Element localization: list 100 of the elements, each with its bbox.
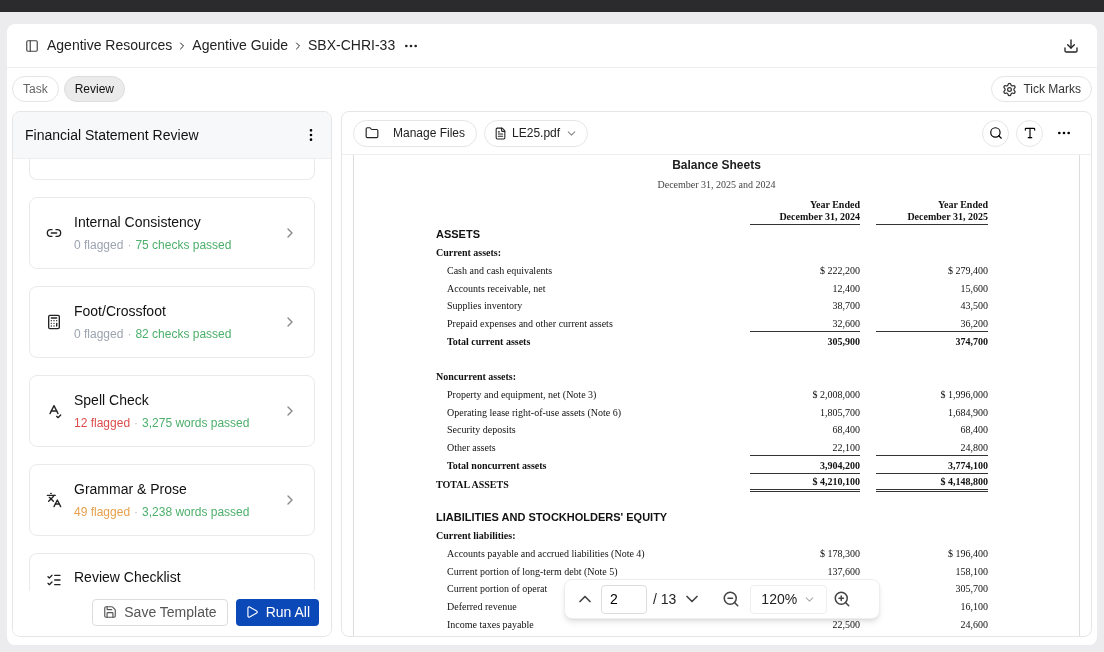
zoom-dropdown[interactable]: 120% — [750, 584, 828, 614]
download-icon[interactable] — [1063, 37, 1079, 54]
check-name: Review Checklist — [74, 568, 182, 587]
statement-value: $ 279,400 — [947, 264, 988, 279]
separator-dot: · — [127, 237, 132, 254]
check-name: Internal Consistency — [74, 213, 202, 232]
statement-value: $ 2,008,000 — [811, 387, 860, 402]
statement-value: 305,900 — [750, 331, 860, 349]
statement-value: 38,700 — [831, 299, 860, 314]
checklist-icon — [46, 572, 62, 588]
spell-check-icon — [46, 403, 62, 419]
check-card[interactable]: Review Checklist — [29, 553, 315, 591]
text-icon — [1022, 126, 1037, 140]
page-input[interactable]: 2 — [601, 584, 647, 614]
passed-count: 82 checks passed — [135, 326, 232, 343]
statement-value: 15,600 — [959, 281, 988, 296]
tab[interactable]: Task — [12, 76, 59, 102]
statement-value: 43,500 — [959, 299, 988, 314]
folder-icon — [365, 126, 379, 140]
column-header: Year Ended December 31, 2024 — [750, 199, 860, 225]
passed-count: 75 checks passed — [135, 237, 232, 254]
statement-value: 305,700 — [954, 582, 988, 597]
file-icon — [494, 126, 508, 140]
separator-dot: · — [134, 415, 139, 432]
sidebar-toggle-icon[interactable] — [25, 38, 39, 53]
statement-value: 68,400 — [831, 423, 860, 438]
flagged-count: 0 flagged — [74, 326, 124, 343]
statement-label: Cash and cash equivalents — [446, 264, 553, 279]
statement-value: 158,100 — [954, 564, 988, 579]
statement-value: $ 222,200 — [819, 264, 860, 279]
statement-label: Total current assets — [446, 334, 531, 349]
statement-label: Accounts receivable, net — [446, 281, 546, 296]
statement-value: 3,774,100 — [876, 454, 988, 473]
passed-count: 3,238 words passed — [142, 504, 250, 521]
statement-label: Current assets: — [436, 246, 502, 261]
statement-value: 16,100 — [959, 600, 988, 615]
statement-label: TOTAL ASSETS — [436, 477, 509, 492]
breadcrumb-link[interactable]: SBX-CHRI-33 — [308, 35, 396, 56]
panel-title: Financial Statement Review — [25, 125, 200, 145]
statement-value: $ 196,400 — [947, 547, 988, 562]
statement-label: Other assets — [446, 440, 496, 455]
statement-label: Current portion of operat — [446, 582, 548, 597]
breadcrumb-link[interactable]: Agentive Guide — [192, 35, 289, 56]
zoom-out-icon[interactable] — [722, 590, 741, 608]
calculator-icon — [46, 314, 62, 330]
statement-value: 32,600 — [831, 317, 860, 332]
statement-value: 24,600 — [959, 617, 988, 632]
statement-value: 22,500 — [831, 617, 860, 632]
check-card[interactable]: Foot/Crossfoot 0 flagged · 82 checks passed — [29, 286, 315, 358]
tab[interactable]: Review — [63, 76, 126, 102]
statement-value: $ 178,300 — [819, 547, 860, 562]
statement-value: 137,600 — [826, 564, 860, 579]
statement-label: Operating lease right-of-use assets (Note 6) — [446, 405, 622, 420]
play-icon — [244, 605, 259, 619]
flagged-count: 12 flagged — [74, 415, 131, 432]
statement-value: 12,400 — [831, 281, 860, 296]
zoom-in-icon[interactable] — [833, 590, 852, 608]
statement-label: Current portion of long-term debt (Note 5) — [446, 564, 618, 579]
statement-label: Noncurrent assets: — [436, 370, 517, 385]
run-all-button[interactable]: Run All — [235, 598, 319, 626]
statement-label: Supplies inventory — [446, 299, 523, 314]
check-name: Spell Check — [74, 391, 150, 410]
gear-icon — [1002, 81, 1018, 97]
statement-value: 36,200 — [959, 317, 988, 332]
statement-value: $ 4,210,100 — [750, 472, 860, 492]
flagged-count: 49 flagged — [74, 504, 131, 521]
statement-label: Income taxes payable — [446, 617, 534, 632]
translate-icon — [46, 492, 62, 508]
breadcrumb-link[interactable]: Agentive Resources — [47, 35, 173, 56]
check-name: Grammar & Prose — [74, 480, 188, 499]
column-header: Year Ended December 31, 2025 — [876, 199, 988, 225]
statement-label: Security deposits — [446, 423, 516, 438]
statement-label: Current liabilities: — [436, 529, 516, 544]
check-card[interactable]: Grammar & Prose 49 flagged · 3,238 words passed — [29, 464, 315, 536]
statement-value: 374,700 — [876, 331, 988, 349]
statement-value: 3,904,200 — [750, 454, 860, 473]
statement-value: 68,400 — [959, 423, 988, 438]
statement-value: 22,100 — [831, 440, 860, 455]
page-count: / 13 — [653, 589, 677, 609]
separator-dot: · — [127, 326, 132, 343]
statement-label: Prepaid expenses and other current assets — [446, 317, 613, 332]
passed-count: 3,275 words passed — [142, 415, 250, 432]
statement-label: Deferred revenue — [446, 600, 517, 615]
statement-value: $ 4,148,800 — [876, 472, 988, 492]
statement-label: LIABILITIES AND STOCKHOLDERS' EQUITY — [436, 510, 668, 526]
flagged-count: 0 flagged — [74, 237, 124, 254]
statement-value: $ 1,996,000 — [939, 387, 988, 402]
statement-value: 1,684,900 — [947, 405, 988, 420]
check-name: Foot/Crossfoot — [74, 302, 167, 321]
statement-label: Accounts payable and accrued liabilities (Note 4) — [446, 547, 645, 562]
statement-label: ASSETS — [436, 227, 480, 243]
statement-label: Total noncurrent assets — [446, 458, 547, 473]
statement-label: Property and equipment, net (Note 3) — [446, 387, 597, 402]
check-card[interactable]: Internal Consistency 0 flagged · 75 checks passed — [29, 197, 315, 269]
statement-value: 1,805,700 — [819, 405, 860, 420]
save-template-button[interactable]: Save Template — [92, 598, 228, 626]
check-card[interactable]: Spell Check 12 flagged · 3,275 words passed — [29, 375, 315, 447]
statement-title: Balance Sheets — [672, 157, 761, 174]
statement-value: 24,800 — [959, 440, 988, 455]
separator-dot: · — [134, 504, 139, 521]
